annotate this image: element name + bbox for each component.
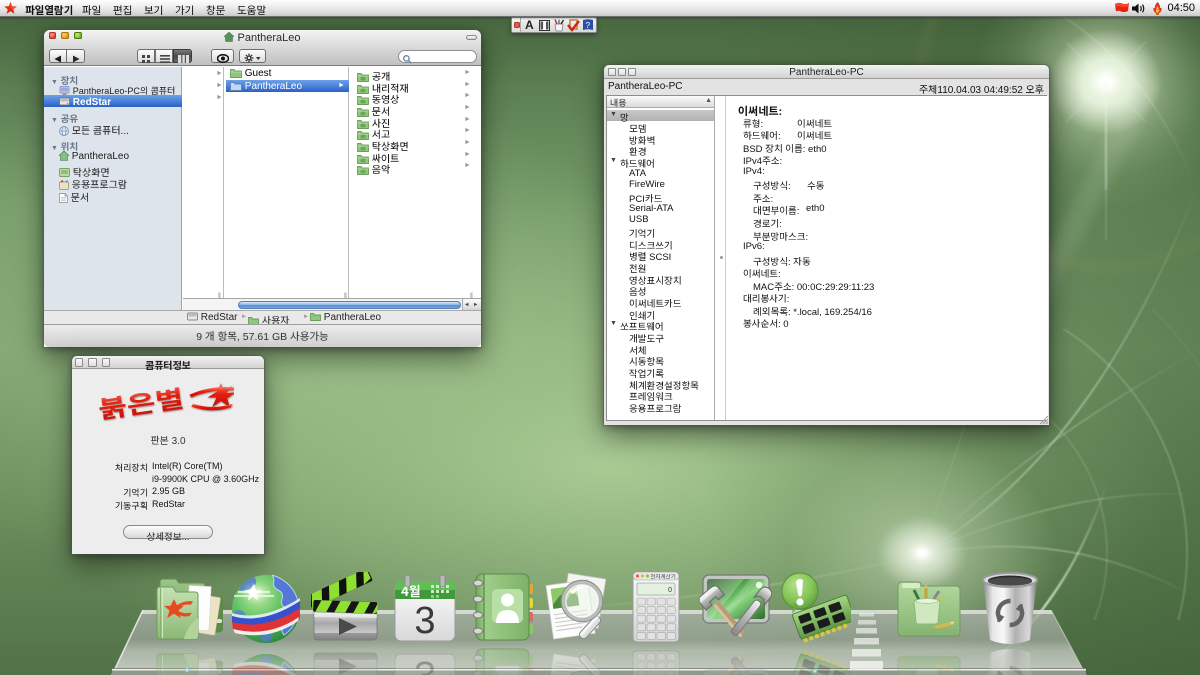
svg-text:4월: 4월	[401, 581, 421, 600]
svg-text:3: 3	[414, 653, 435, 675]
svg-text:3: 3	[414, 600, 435, 642]
svg-text:전자계산기: 전자계산기	[650, 573, 675, 581]
svg-text:0: 0	[668, 587, 672, 594]
